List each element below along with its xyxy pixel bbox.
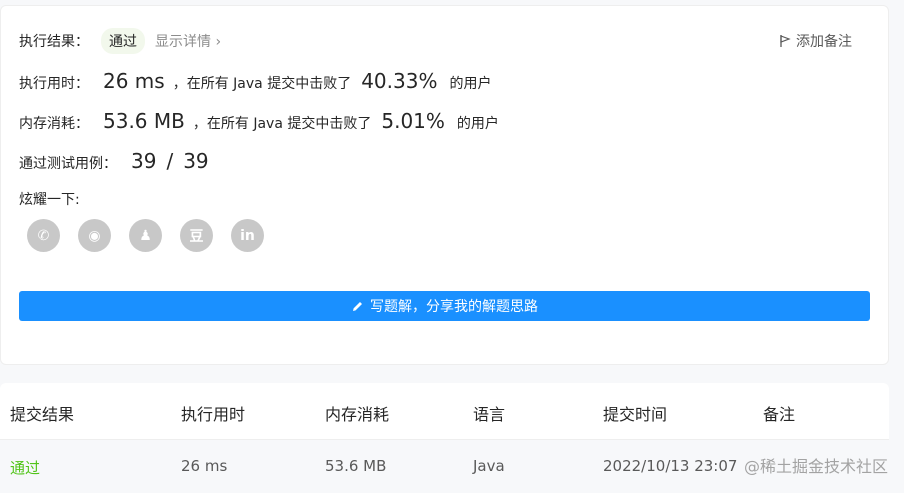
show-details-label: 显示详情 [155,34,211,50]
add-note-label: 添加备注 [796,34,852,50]
row-memory: 53.6 MB [325,457,387,475]
runtime-row: 执行用时： 26 ms ，在所有 Java 提交中击败了 40.33% 的用户 [19,69,491,93]
write-solution-button[interactable]: 写题解，分享我的解题思路 [19,291,870,321]
header-runtime: 执行用时 [181,405,246,424]
row-result-link[interactable]: 通过 [10,457,40,478]
runtime-suffix: 的用户 [449,76,492,92]
memory-suffix: 的用户 [456,116,499,132]
linkedin-icon: in [240,227,255,244]
tests-passed: 39 [131,149,157,173]
weibo-icon: ◉ [88,227,101,244]
share-buttons: ✆ ◉ ♟ 豆 in [27,219,264,252]
wechat-share-button[interactable]: ✆ [27,219,60,252]
wechat-icon: ✆ [37,227,50,244]
row-runtime: 26 ms [181,457,228,475]
tests-separator: / [166,149,174,173]
header-result: 提交结果 [10,405,75,424]
runtime-percent: 40.33% [361,69,438,93]
result-label: 执行结果： [19,34,89,50]
write-solution-label: 写题解，分享我的解题思路 [370,299,538,315]
runtime-value: 26 ms [103,69,165,93]
submission-result-card: 执行结果： 通过 显示详情 › 添加备注 执行用时： 26 ms ，在所有 Ja… [0,5,889,365]
header-language: 语言 [473,405,506,424]
result-row: 执行结果： 通过 显示详情 › [19,28,221,54]
share-label: 炫耀一下: [19,192,80,208]
header-memory: 内存消耗 [325,405,390,424]
chevron-right-icon: › [215,34,222,50]
row-language: Java [473,457,505,475]
share-label-row: 炫耀一下: [19,189,80,209]
row-submit-time: 2022/10/13 23:07 [603,457,738,475]
tests-label: 通过测试用例： [19,156,117,172]
runtime-beat-text: ，在所有 Java 提交中击败了 [172,76,352,92]
tests-row: 通过测试用例： 39 / 39 [19,149,209,173]
header-note: 备注 [763,405,796,424]
status-badge: 通过 [101,28,145,54]
tests-total: 39 [183,149,209,173]
linkedin-share-button[interactable]: in [231,219,264,252]
flag-icon [780,35,791,47]
memory-value: 53.6 MB [103,109,185,133]
table-header: 提交结果 执行用时 内存消耗 语言 提交时间 备注 [0,383,889,439]
douban-share-button[interactable]: 豆 [180,219,213,252]
memory-beat-text: ，在所有 Java 提交中击败了 [192,116,372,132]
qq-share-button[interactable]: ♟ [129,219,162,252]
pencil-icon [353,301,362,311]
watermark: @稀土掘金技术社区 [743,457,888,476]
runtime-label: 执行用时： [19,76,89,92]
add-note-button[interactable]: 添加备注 [778,31,852,51]
header-submit-time: 提交时间 [603,405,668,424]
douban-icon: 豆 [189,228,204,245]
memory-percent: 5.01% [381,109,445,133]
show-details-link[interactable]: 显示详情 › [155,31,221,51]
memory-row: 内存消耗： 53.6 MB ，在所有 Java 提交中击败了 5.01% 的用户 [19,109,499,133]
weibo-share-button[interactable]: ◉ [78,219,111,252]
qq-icon: ♟ [139,227,152,244]
memory-label: 内存消耗： [19,116,89,132]
